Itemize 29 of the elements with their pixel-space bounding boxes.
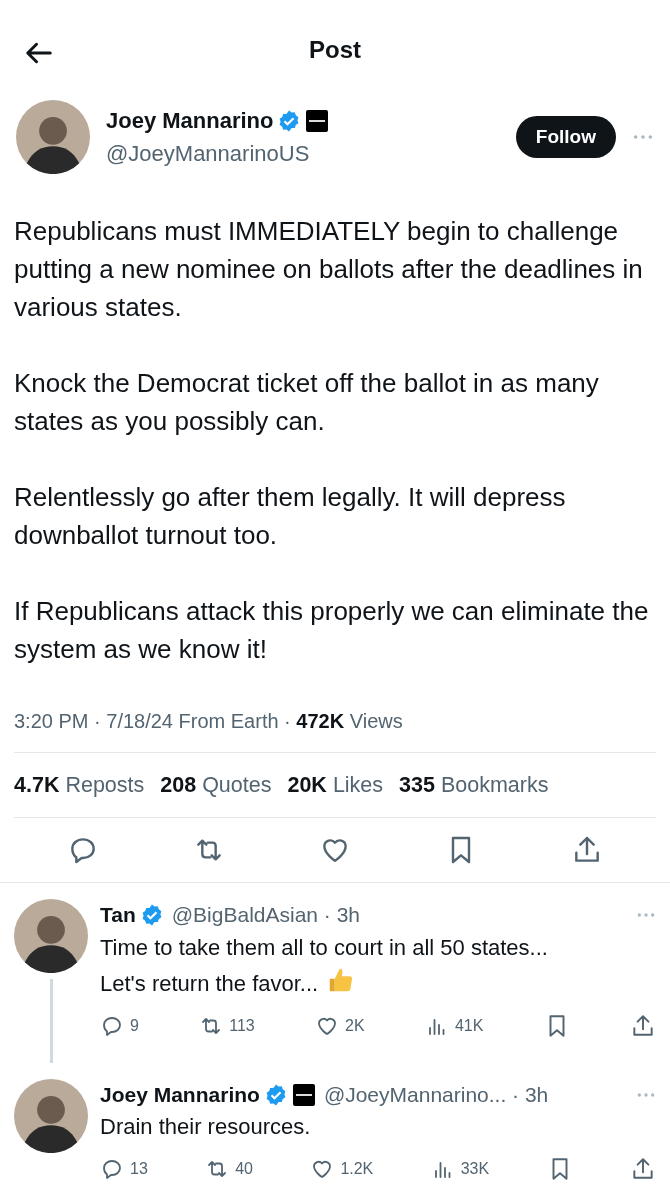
reply-icon bbox=[100, 1157, 124, 1182]
reply-handle: @JoeyMannarino... · 3h bbox=[323, 1081, 549, 1108]
reply-text: Time to take them all to court in all 50 states... Let's return the favor... bbox=[100, 934, 548, 996]
reply-author-name: Tan bbox=[100, 902, 136, 929]
action-count[interactable]: 2K bbox=[315, 1013, 365, 1038]
action-count[interactable]: 1.2K bbox=[310, 1157, 374, 1182]
action-count[interactable]: 41K bbox=[424, 1013, 484, 1038]
post-text: If Republicans attack this properly we can eliminate the system as we know it! bbox=[14, 595, 650, 666]
stat-count[interactable]: 20K Likes bbox=[287, 769, 384, 802]
stat-count[interactable]: 335 Bookmarks bbox=[399, 769, 549, 802]
reply-text: Drain their resources. bbox=[100, 1114, 311, 1140]
author-handle: @JoeyMannarinoUS bbox=[106, 140, 311, 168]
reply-author-name: Joey Mannarino bbox=[100, 1081, 260, 1108]
post-text: Republicans must IMMEDIATELY begin to challenge putting a new nominee on ballots after the deadlines in various states. bbox=[14, 215, 644, 324]
stat-count[interactable]: 208 Quotes bbox=[160, 769, 272, 802]
follow-button[interactable]: Follow bbox=[515, 115, 616, 159]
post-text: Relentlessly go after them legally. It will depress downballot turnout too. bbox=[14, 481, 567, 552]
reply-handle: @BigBaldAsian · 3h bbox=[171, 902, 361, 929]
action-count[interactable]: 113 bbox=[199, 1013, 255, 1038]
action-count[interactable]: 40 bbox=[205, 1157, 253, 1182]
action-count[interactable]: 9 bbox=[100, 1013, 139, 1038]
stat-count[interactable]: 4.7K Reposts bbox=[14, 769, 145, 802]
page-title: Post bbox=[309, 35, 361, 65]
post-text: Knock the Democrat ticket off the ballot in as many states as you possibly can. bbox=[14, 367, 600, 438]
post-meta: 3:20 PM · 7/18/24 From Earth · 472K Views bbox=[13, 709, 404, 734]
author-name: Joey Mannarino bbox=[106, 107, 274, 135]
affiliate-badge-icon bbox=[305, 108, 330, 133]
action-count[interactable]: 33K bbox=[430, 1157, 490, 1182]
action-count[interactable]: 13 bbox=[100, 1157, 148, 1182]
